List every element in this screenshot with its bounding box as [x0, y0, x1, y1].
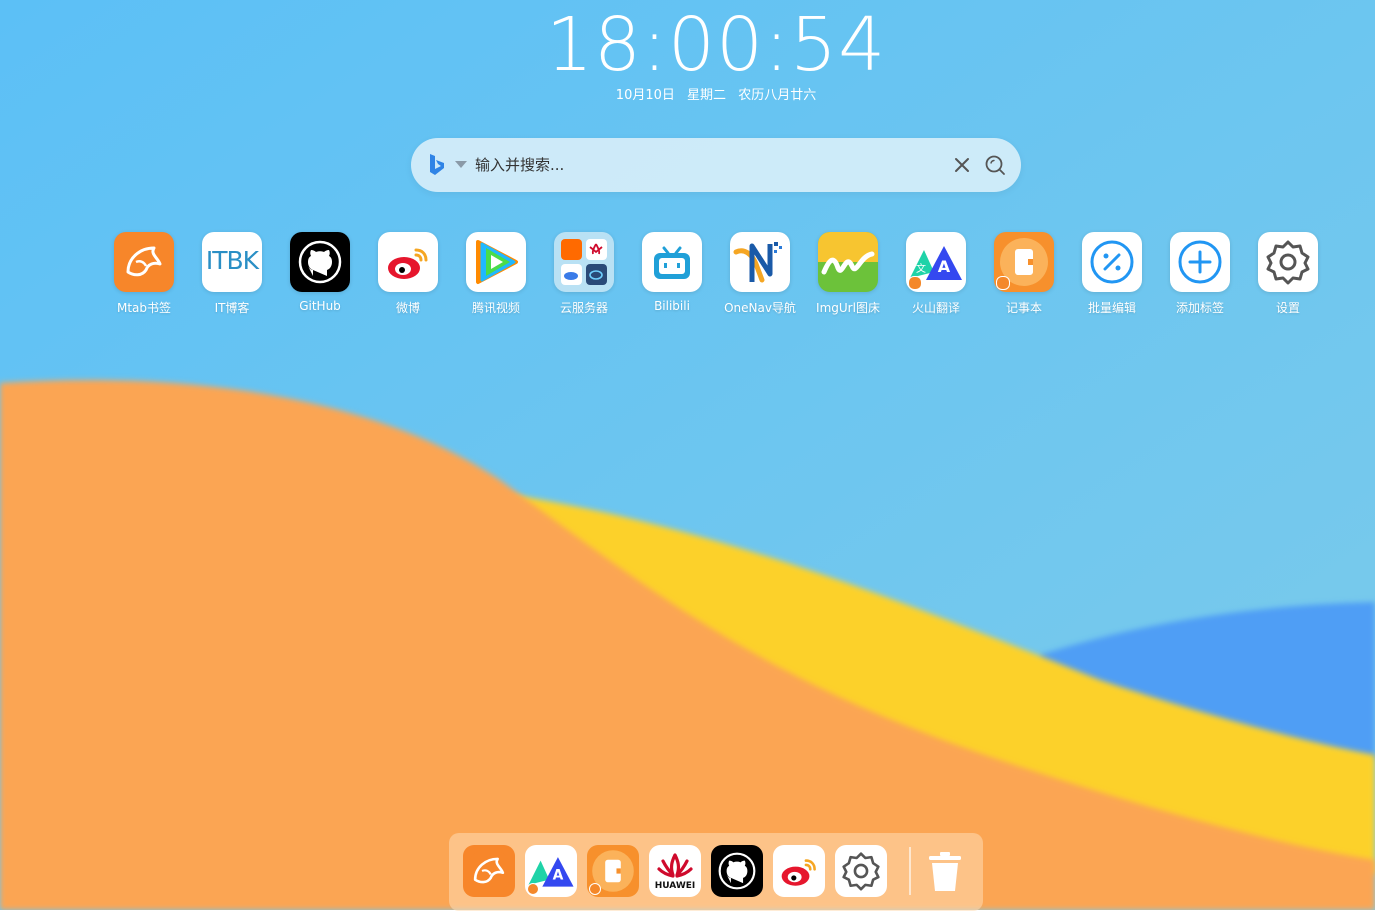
app-onenav[interactable]: OneNav导航: [716, 232, 804, 316]
trash-icon[interactable]: [919, 845, 971, 897]
date-text: 10月10日: [615, 88, 675, 103]
percent-icon[interactable]: [1082, 232, 1142, 292]
app-label: 火山翻译: [911, 301, 960, 315]
app-add-bookmark[interactable]: 添加标签: [1156, 232, 1244, 316]
search-input[interactable]: [475, 152, 935, 178]
app-batch-edit[interactable]: 批量编辑: [1068, 232, 1156, 316]
app-label: OneNav导航: [724, 301, 796, 315]
svg-text:A: A: [938, 257, 951, 276]
lunar-date-text: 农历八月廿六: [738, 88, 817, 103]
dock-volcano-translate-icon[interactable]: A: [525, 845, 577, 897]
dock-notepad-icon[interactable]: [587, 845, 639, 897]
onenav-icon[interactable]: [730, 232, 790, 292]
dock-github-icon[interactable]: [711, 845, 763, 897]
weibo-icon[interactable]: [378, 232, 438, 292]
app-notepad[interactable]: 记事本: [980, 232, 1068, 316]
dock-gear-icon[interactable]: [835, 845, 887, 897]
app-label: IT博客: [214, 301, 250, 315]
app-imgurl[interactable]: ImgUrl图床: [804, 232, 892, 316]
engine-dropdown-icon[interactable]: [455, 161, 467, 168]
dock: A HUAWEI: [449, 833, 983, 911]
weekday-text: 星期二: [687, 88, 727, 103]
dock-weibo-icon[interactable]: [773, 845, 825, 897]
app-mtab[interactable]: Mtab书签: [100, 232, 188, 316]
app-weibo[interactable]: 微博: [364, 232, 452, 316]
app-settings[interactable]: 设置: [1244, 232, 1332, 316]
app-label: 微博: [395, 301, 420, 315]
app-label: 批量编辑: [1087, 301, 1136, 315]
svg-text:A: A: [553, 868, 564, 884]
app-label: Bilibili: [654, 299, 690, 313]
dock-huawei-icon[interactable]: HUAWEI: [649, 845, 701, 897]
wallpaper: [0, 0, 1375, 910]
search-icon[interactable]: [983, 153, 1007, 177]
volcano-translate-icon[interactable]: A 文: [906, 232, 966, 292]
bing-icon[interactable]: [427, 153, 447, 177]
app-label: 记事本: [1005, 301, 1042, 315]
notepad-icon[interactable]: [994, 232, 1054, 292]
dock-mtab-fox-icon[interactable]: [463, 845, 515, 897]
itbk-icon[interactable]: ITBK: [202, 232, 262, 292]
github-icon[interactable]: [290, 232, 350, 292]
link-badge-icon: [996, 276, 1010, 290]
app-label: 云服务器: [559, 301, 608, 315]
app-volcano-translate[interactable]: A 文 火山翻译: [892, 232, 980, 316]
clock-date: 10月10日 星期二 农历八月廿六: [0, 84, 1375, 103]
clear-icon[interactable]: [951, 154, 973, 176]
app-label: 添加标签: [1175, 301, 1224, 315]
mtab-fox-icon[interactable]: [114, 232, 174, 292]
app-cloud-folder[interactable]: 云服务器: [540, 232, 628, 316]
imgurl-icon[interactable]: [818, 232, 878, 292]
search-bar: [411, 138, 1021, 192]
gear-icon[interactable]: [1258, 232, 1318, 292]
app-bilibili[interactable]: Bilibili: [628, 232, 716, 313]
cloud-folder-icon[interactable]: [554, 232, 614, 292]
app-github[interactable]: GitHub: [276, 232, 364, 313]
app-label: Mtab书签: [116, 301, 172, 315]
app-tencent-video[interactable]: 腾讯视频: [452, 232, 540, 316]
app-itbk[interactable]: ITBK IT博客: [188, 232, 276, 316]
add-icon[interactable]: [1170, 232, 1230, 292]
link-badge-icon: [908, 276, 922, 290]
app-label: 设置: [1275, 301, 1300, 315]
clock-time: 18:00:54: [545, 2, 887, 88]
dock-separator: [909, 847, 911, 895]
huawei-wordmark: HUAWEI: [654, 881, 696, 891]
link-badge-icon: [527, 883, 539, 895]
app-label: GitHub: [299, 299, 341, 313]
tencent-video-icon[interactable]: [466, 232, 526, 292]
itbk-icon-text: ITBK: [205, 246, 259, 275]
link-badge-icon: [589, 883, 601, 895]
app-label: ImgUrl图床: [816, 301, 880, 315]
svg-text:文: 文: [916, 262, 926, 275]
app-label: 腾讯视频: [471, 301, 520, 315]
bilibili-icon[interactable]: [642, 232, 702, 292]
